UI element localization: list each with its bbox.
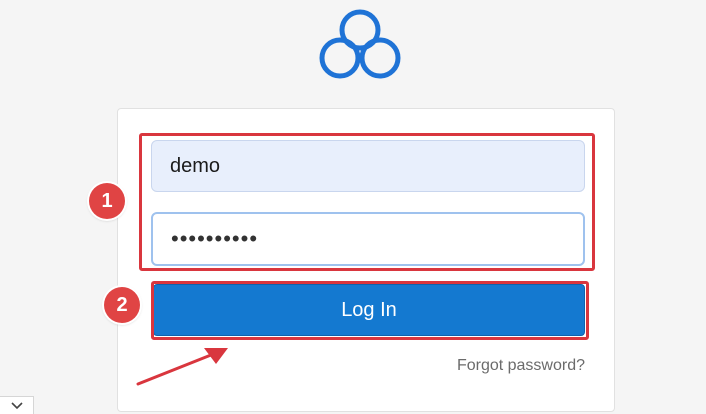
pointer-arrow-icon <box>136 348 228 386</box>
login-button-highlight-box <box>151 281 589 340</box>
step-1-badge: 1 <box>89 183 125 219</box>
credentials-highlight-box <box>139 133 595 271</box>
chevron-down-icon[interactable] <box>0 396 34 414</box>
cloud-logo-icon <box>319 9 401 79</box>
forgot-password-link[interactable]: Forgot password? <box>457 357 585 375</box>
step-2-badge: 2 <box>104 287 140 323</box>
